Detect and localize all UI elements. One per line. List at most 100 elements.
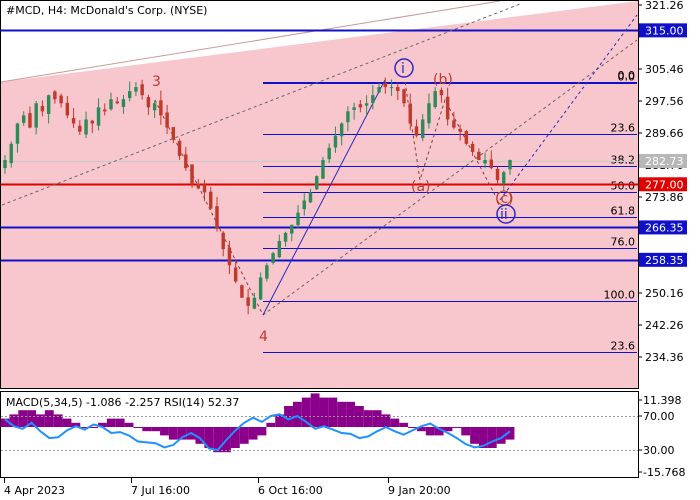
- candle-body: [458, 128, 462, 132]
- macd-histogram-bar: [328, 397, 338, 427]
- price-tick-label: 305.46: [645, 63, 684, 76]
- wave-label-b: (b): [433, 72, 453, 88]
- candle-body: [508, 159, 512, 170]
- candle-body: [165, 112, 169, 128]
- macd-histogram-bar: [142, 427, 152, 432]
- candle-body: [371, 95, 375, 103]
- candle-body: [396, 87, 400, 92]
- candle-body: [15, 123, 20, 144]
- candle-body: [233, 267, 238, 282]
- price-tick-label: 321.26: [645, 0, 684, 12]
- macd-histogram-bar: [337, 401, 347, 427]
- indicator-tick-label: 30.00: [643, 444, 675, 457]
- candle-body: [196, 183, 200, 189]
- time-tick-label: 4 Apr 2023: [4, 484, 65, 497]
- candle-body: [271, 253, 275, 263]
- candle-body: [140, 84, 144, 96]
- candle-body: [71, 118, 76, 124]
- candle-body: [383, 83, 388, 88]
- macd-histogram-bar: [248, 427, 258, 440]
- macd-histogram-bar: [399, 422, 409, 427]
- candle-body: [346, 111, 350, 123]
- candle-body: [215, 206, 219, 229]
- candle-body: [34, 103, 38, 128]
- price-tick-label: 273.86: [645, 191, 684, 204]
- fib-label: 76.0: [611, 236, 636, 249]
- candle-body: [327, 147, 331, 160]
- candle-body: [389, 87, 394, 89]
- candle-body: [152, 103, 157, 111]
- candle-body: [321, 159, 325, 179]
- candle-body: [252, 297, 257, 309]
- candle-body: [171, 127, 176, 140]
- time-tick-label: 7 Jul 16:00: [131, 484, 190, 497]
- macd-histogram-bar: [44, 410, 54, 427]
- trend-channel: [0, 0, 638, 388]
- candle-body: [240, 285, 244, 298]
- candle-body: [28, 113, 32, 128]
- price-tick-label: 234.36: [645, 351, 684, 364]
- macd-histogram-bar: [115, 418, 125, 427]
- candle-body: [290, 224, 294, 234]
- candle-body: [421, 119, 425, 139]
- price-level-label: 266.35: [645, 221, 684, 234]
- wave-label-3: 3: [152, 74, 161, 90]
- macd-histogram-bar: [425, 427, 435, 436]
- candle-body: [3, 159, 7, 169]
- price-tick-label: 289.66: [645, 127, 684, 140]
- candle-body: [146, 97, 151, 108]
- candle-body: [333, 135, 338, 148]
- candle-body: [408, 103, 412, 124]
- macd-histogram-bar: [310, 393, 320, 427]
- candle-body: [452, 120, 456, 128]
- price-chart: 0.023.638.250.061.876.0100.023.60.0 34(a…: [0, 0, 700, 500]
- candle-body: [59, 95, 63, 104]
- candle-body: [483, 159, 487, 164]
- macd-histogram-bar: [62, 418, 72, 427]
- candle-body: [277, 240, 282, 258]
- candle-body: [227, 247, 232, 266]
- wave-label-i: i: [401, 61, 405, 77]
- candle-body: [159, 100, 163, 116]
- fib-label: 50.0: [611, 180, 636, 193]
- candle-body: [78, 125, 82, 132]
- indicator-tick-label: -15.768: [643, 466, 685, 479]
- candle-body: [115, 101, 119, 104]
- fib-label: 38.2: [611, 154, 636, 167]
- time-tick-label: 6 Oct 16:00: [258, 484, 323, 497]
- candle-body: [433, 91, 437, 108]
- candle-body: [315, 176, 319, 190]
- macd-histogram-bar: [124, 422, 134, 427]
- candle-body: [352, 107, 356, 110]
- fib-label: 0.0: [618, 69, 636, 82]
- candle-body: [377, 87, 381, 93]
- candle-body: [246, 297, 250, 306]
- candle-body: [40, 106, 45, 112]
- indicator-tick-label: 11.398: [643, 394, 682, 407]
- candle-body: [65, 102, 70, 116]
- current-price-label: 282.73: [645, 155, 684, 168]
- candle-body: [308, 192, 313, 203]
- macd-histogram-bar: [133, 427, 143, 428]
- candle-body: [502, 172, 506, 185]
- candle-body: [339, 123, 344, 137]
- price-tick-label: 297.56: [645, 95, 684, 108]
- candle-body: [414, 126, 419, 136]
- candle-body: [121, 99, 126, 107]
- candle-body: [84, 119, 88, 135]
- candle-body: [489, 159, 494, 169]
- fib-label: 100.0: [604, 289, 636, 302]
- fib-label: 23.6: [611, 122, 636, 135]
- candle-body: [177, 140, 182, 156]
- candle-body: [184, 154, 188, 169]
- candle-body: [265, 265, 269, 279]
- candle-body: [221, 232, 225, 250]
- wave-label-ii: ii: [500, 207, 508, 223]
- candle-body: [21, 115, 26, 123]
- candle-body: [9, 143, 13, 164]
- price-tick-label: 242.26: [645, 319, 684, 332]
- macd-histogram-bar: [452, 427, 462, 428]
- candle-body: [202, 184, 207, 193]
- candle-body: [495, 168, 500, 181]
- candle-body: [283, 232, 288, 242]
